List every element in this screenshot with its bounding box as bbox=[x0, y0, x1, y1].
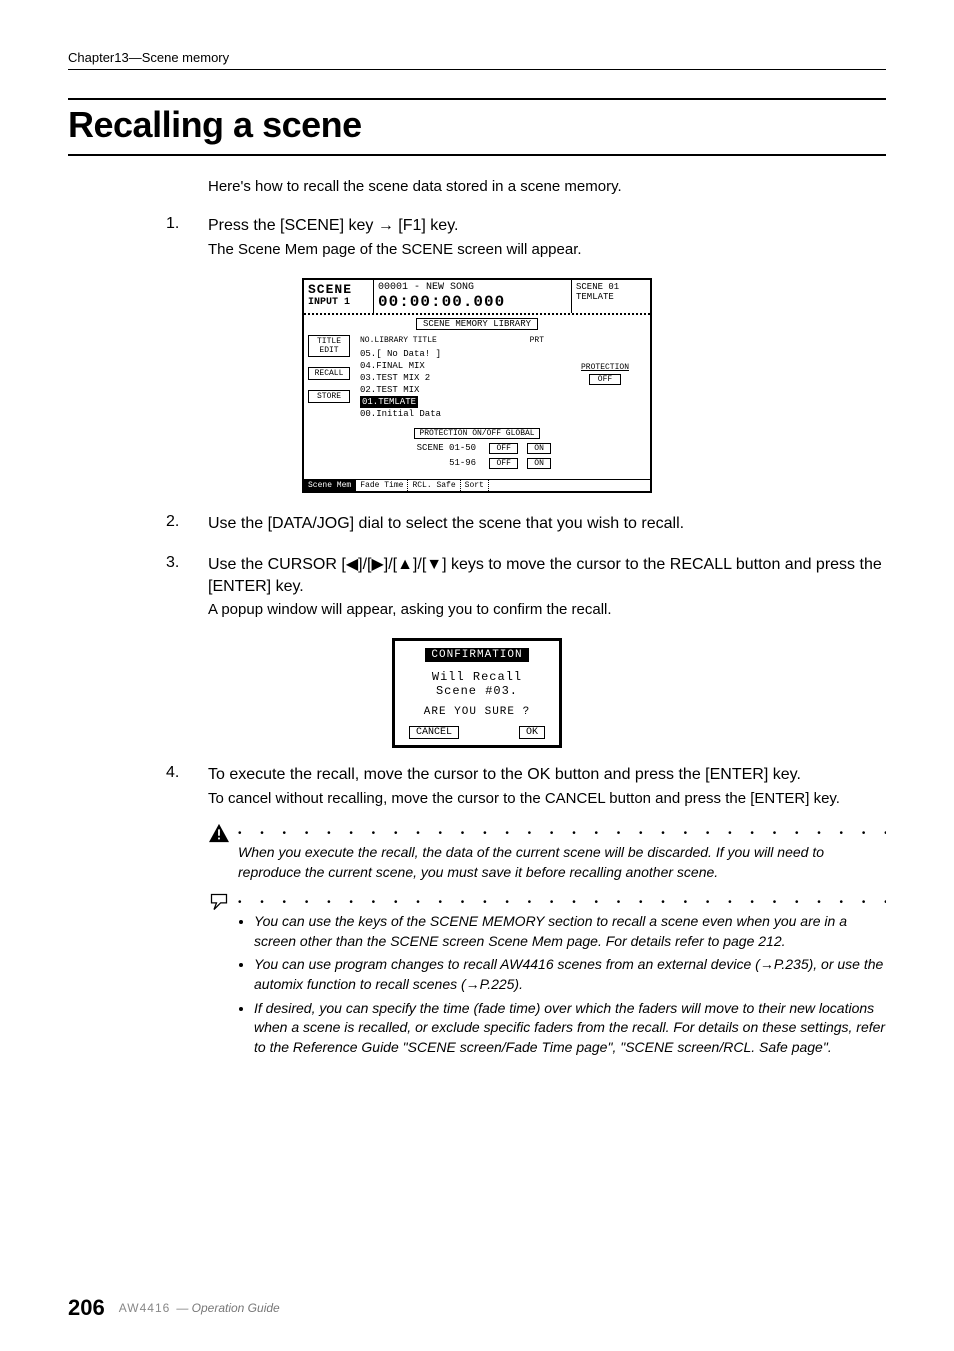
lcd-tab-sort[interactable]: Sort bbox=[461, 480, 489, 491]
lcd-global-off-button[interactable]: OFF bbox=[489, 443, 517, 454]
popup-question: ARE YOU SURE ? bbox=[409, 706, 545, 718]
popup-line1: Will Recall bbox=[409, 670, 545, 684]
page-title: Recalling a scene bbox=[68, 102, 886, 152]
intro-text: Here's how to recall the scene data stor… bbox=[208, 176, 886, 197]
lcd-screen-name: SCENE bbox=[308, 282, 369, 297]
lcd-title-edit-button[interactable]: TITLE EDIT bbox=[308, 335, 350, 357]
step-number: 3. bbox=[166, 554, 208, 620]
dot-rule: • • • • • • • • • • • • • • • • • • • • … bbox=[238, 896, 886, 910]
step-title: Use the [DATA/JOG] dial to select the sc… bbox=[208, 513, 886, 535]
warning-text: When you execute the recall, the data of… bbox=[238, 843, 886, 882]
dot-rule: • • • • • • • • • • • • • • • • • • • • … bbox=[238, 827, 886, 841]
step-number: 4. bbox=[166, 764, 208, 809]
lcd-store-button[interactable]: STORE bbox=[308, 390, 350, 403]
step-number: 1. bbox=[166, 215, 208, 260]
lcd-library-title: SCENE MEMORY LIBRARY bbox=[416, 318, 538, 330]
warning-icon bbox=[208, 823, 230, 843]
lcd-list-item[interactable]: 05.[ No Data! ] bbox=[360, 348, 564, 360]
lcd-global-range: SCENE 01-50 bbox=[401, 443, 476, 453]
step-desc: To cancel without recalling, move the cu… bbox=[208, 788, 886, 809]
tip-item: If desired, you can specify the time (fa… bbox=[254, 999, 886, 1058]
lcd-tab-rclsafe[interactable]: RCL. Safe bbox=[408, 480, 460, 491]
lcd-scene-no: SCENE 01 bbox=[576, 282, 646, 292]
title-rule: Recalling a scene bbox=[68, 98, 886, 156]
step-title: To execute the recall, move the cursor t… bbox=[208, 764, 886, 786]
lcd-list-item[interactable]: 04.FINAL MIX bbox=[360, 360, 564, 372]
lcd-global-on-button[interactable]: ON bbox=[527, 458, 551, 469]
lcd-protection-label: PROTECTION bbox=[564, 363, 646, 372]
lcd-tab-fadetime[interactable]: Fade Time bbox=[356, 480, 408, 491]
step-title: Use the CURSOR [◀]/[▶]/[▲]/[▼] keys to m… bbox=[208, 554, 886, 597]
tip-item: You can use the keys of the SCENE MEMORY… bbox=[254, 912, 886, 951]
tip-item: You can use program changes to recall AW… bbox=[254, 955, 886, 994]
popup-figure: CONFIRMATION Will Recall Scene #03. ARE … bbox=[68, 638, 886, 748]
lcd-tab-scenemem[interactable]: Scene Mem bbox=[304, 480, 356, 491]
popup-cancel-button[interactable]: CANCEL bbox=[409, 726, 459, 739]
page-footer: 206 AW4416 — Operation Guide bbox=[68, 1295, 886, 1321]
model-name: AW4416 bbox=[119, 1301, 171, 1315]
popup-title: CONFIRMATION bbox=[425, 648, 528, 662]
lcd-global-title: PROTECTION ON/OFF GLOBAL bbox=[414, 428, 539, 439]
step-number: 2. bbox=[166, 513, 208, 537]
lcd-recall-button[interactable]: RECALL bbox=[308, 367, 350, 380]
lcd-global-range: 51-96 bbox=[401, 458, 476, 468]
page-number: 206 bbox=[68, 1295, 105, 1321]
lcd-list-selected[interactable]: 01.TEMLATE bbox=[360, 396, 418, 408]
lcd-figure: SCENE INPUT 1 00001 - NEW SONG 00:00:00.… bbox=[68, 278, 886, 493]
step-desc: The Scene Mem page of the SCENE screen w… bbox=[208, 239, 886, 260]
lcd-protection-toggle[interactable]: OFF bbox=[589, 374, 621, 385]
lcd-timecode: 00:00:00.000 bbox=[378, 293, 567, 311]
lcd-list-header-prt: PRT bbox=[530, 335, 544, 347]
lcd-screen-sub: INPUT 1 bbox=[308, 297, 369, 308]
lcd-global-off-button[interactable]: OFF bbox=[489, 458, 517, 469]
lcd-scene-name: TEMLATE bbox=[576, 292, 646, 302]
tip-icon bbox=[208, 892, 230, 912]
lcd-list-header-no: NO.LIBRARY TITLE bbox=[360, 335, 437, 347]
lcd-list-initial[interactable]: 00.Initial Data bbox=[360, 408, 564, 420]
lcd-global-on-button[interactable]: ON bbox=[527, 443, 551, 454]
popup-ok-button[interactable]: OK bbox=[519, 726, 545, 739]
lcd-list-item[interactable]: 03.TEST MIX 2 bbox=[360, 372, 564, 384]
lcd-song-id: 00001 - NEW SONG bbox=[378, 282, 567, 293]
lcd-list-item[interactable]: 02.TEST MIX bbox=[360, 384, 564, 396]
step-title: Press the [SCENE] key → [F1] key. bbox=[208, 215, 886, 237]
step-desc: A popup window will appear, asking you t… bbox=[208, 599, 886, 620]
popup-line2: Scene #03. bbox=[409, 684, 545, 698]
guide-label: — Operation Guide bbox=[176, 1301, 279, 1315]
chapter-header: Chapter13—Scene memory bbox=[68, 50, 886, 70]
